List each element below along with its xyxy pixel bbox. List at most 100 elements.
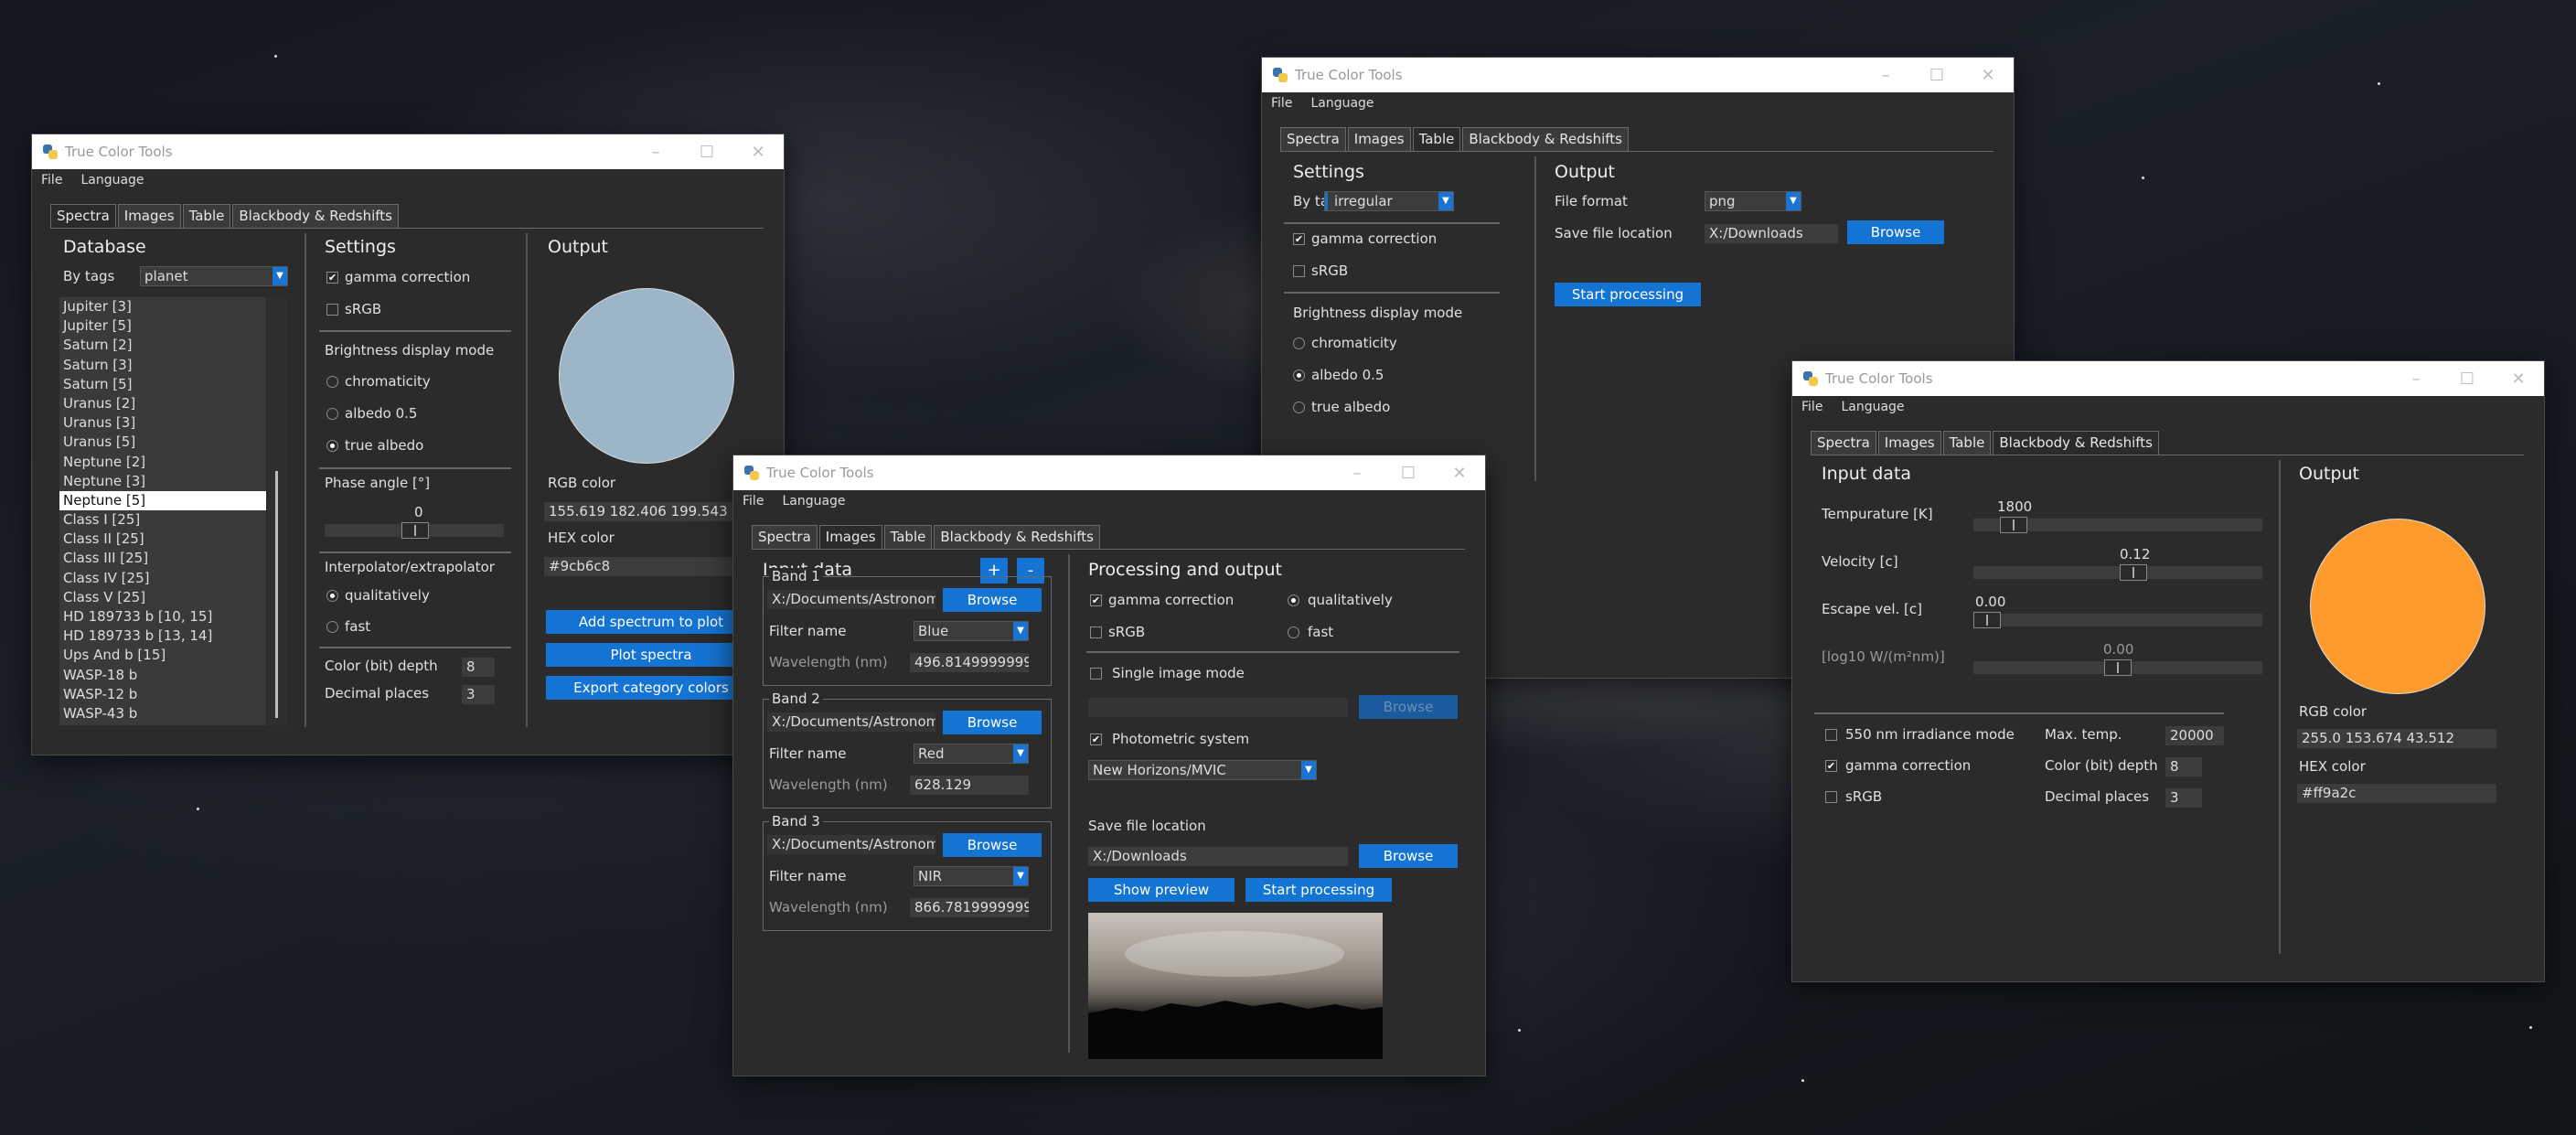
- band-path-field[interactable]: X:/Documents/Astronomy: [767, 590, 935, 609]
- wavelength-field[interactable]: 496.81499999999: [910, 653, 1029, 672]
- tab-spectra[interactable]: Spectra: [752, 525, 818, 550]
- escape-velocity-slider[interactable]: [1973, 612, 2262, 628]
- band-browse-button[interactable]: Browse: [943, 711, 1042, 734]
- single-image-browse-button[interactable]: Browse: [1359, 695, 1458, 719]
- srgb-checkbox[interactable]: [1090, 626, 1102, 638]
- mode-albedo-radio[interactable]: [1293, 369, 1305, 381]
- interp-fast-radio[interactable]: [326, 621, 338, 633]
- srgb-checkbox[interactable]: [1293, 265, 1305, 277]
- title-bar[interactable]: True Color Tools – ☐ ✕: [1792, 361, 2544, 396]
- tab-images[interactable]: Images: [117, 204, 181, 229]
- minimize-icon[interactable]: –: [630, 134, 681, 169]
- fast-radio[interactable]: [1288, 626, 1299, 638]
- wavelength-field[interactable]: 628.129: [910, 776, 1029, 795]
- list-item[interactable]: WASP-18 b: [59, 666, 266, 685]
- list-item[interactable]: WASP-12 b: [59, 685, 266, 704]
- plot-spectra-button[interactable]: Plot spectra: [546, 643, 756, 667]
- velocity-slider[interactable]: [1973, 564, 2262, 581]
- minimize-icon[interactable]: –: [2390, 361, 2442, 396]
- list-item[interactable]: Neptune [3]: [59, 472, 266, 491]
- list-item[interactable]: Class I [25]: [59, 510, 266, 530]
- tab-table[interactable]: Table: [883, 525, 933, 550]
- save-location-field[interactable]: X:/Downloads: [1088, 847, 1348, 866]
- format-select[interactable]: png ▼: [1705, 191, 1801, 211]
- title-bar[interactable]: True Color Tools – ☐ ✕: [733, 455, 1485, 490]
- maximize-icon[interactable]: ☐: [1911, 58, 1962, 92]
- photometric-select[interactable]: New Horizons/MVIC ▼: [1088, 760, 1317, 780]
- list-scrollbar[interactable]: [268, 297, 286, 725]
- tab-table[interactable]: Table: [1942, 431, 1992, 455]
- photometric-checkbox[interactable]: ✔: [1090, 733, 1102, 745]
- mode-true-radio[interactable]: [326, 440, 338, 452]
- filter-select[interactable]: Red ▼: [914, 744, 1029, 764]
- menu-language[interactable]: Language: [80, 173, 144, 187]
- max-temp-field[interactable]: 20000: [2165, 726, 2224, 745]
- menu-file[interactable]: File: [41, 173, 62, 187]
- irradiance-mode-checkbox[interactable]: [1825, 729, 1837, 741]
- hex-field[interactable]: #ff9a2c: [2297, 784, 2496, 803]
- phase-slider[interactable]: [325, 522, 504, 539]
- gamma-checkbox[interactable]: ✔: [1293, 233, 1305, 245]
- list-item[interactable]: HD 189733 b [13, 14]: [59, 626, 266, 646]
- hex-field[interactable]: #9cb6c8: [544, 557, 736, 576]
- gamma-checkbox[interactable]: ✔: [1825, 760, 1837, 772]
- mode-chromaticity-radio[interactable]: [1293, 337, 1305, 349]
- add-spectrum-button[interactable]: Add spectrum to plot: [546, 610, 756, 634]
- tab-spectra[interactable]: Spectra: [1811, 431, 1876, 455]
- export-colors-button[interactable]: Export category colors: [546, 676, 756, 700]
- tab-blackbody[interactable]: Blackbody & Redshifts: [232, 204, 399, 229]
- maximize-icon[interactable]: ☐: [1383, 455, 1434, 490]
- srgb-checkbox[interactable]: [1825, 791, 1837, 803]
- temperature-slider[interactable]: [1973, 517, 2262, 533]
- list-item[interactable]: Jupiter [5]: [59, 316, 266, 336]
- tags-select[interactable]: irregular ▼: [1324, 191, 1454, 211]
- tab-blackbody[interactable]: Blackbody & Redshifts: [1462, 127, 1629, 152]
- list-item[interactable]: Jupiter [3]: [59, 297, 266, 316]
- show-preview-button[interactable]: Show preview: [1088, 878, 1235, 902]
- tab-spectra[interactable]: Spectra: [50, 204, 116, 229]
- list-item[interactable]: Class V [25]: [59, 588, 266, 607]
- rgb-field[interactable]: 155.619 182.406 199.543: [544, 502, 736, 521]
- list-item[interactable]: Saturn [5]: [59, 375, 266, 394]
- menu-file[interactable]: File: [1271, 96, 1292, 111]
- start-processing-button[interactable]: Start processing: [1555, 283, 1701, 306]
- bit-depth-field[interactable]: 8: [462, 658, 495, 677]
- single-image-checkbox[interactable]: [1090, 668, 1102, 680]
- tab-blackbody[interactable]: Blackbody & Redshifts: [1993, 431, 2159, 455]
- list-item[interactable]: Neptune [2]: [59, 453, 266, 472]
- list-item[interactable]: HD 189733 b [10, 15]: [59, 607, 266, 626]
- irradiance-slider[interactable]: [1973, 659, 2262, 676]
- menu-file[interactable]: File: [743, 494, 764, 509]
- close-icon[interactable]: ✕: [732, 134, 784, 169]
- tab-blackbody[interactable]: Blackbody & Redshifts: [934, 525, 1100, 550]
- maximize-icon[interactable]: ☐: [2442, 361, 2493, 396]
- bit-depth-field[interactable]: 8: [2165, 757, 2202, 776]
- list-item[interactable]: Class IV [25]: [59, 569, 266, 588]
- band-browse-button[interactable]: Browse: [943, 588, 1042, 612]
- save-location-field[interactable]: X:/Downloads: [1705, 224, 1838, 243]
- spectra-list[interactable]: Jupiter [3] Jupiter [5] Saturn [2] Saturn […: [59, 297, 266, 725]
- maximize-icon[interactable]: ☐: [681, 134, 732, 169]
- tab-images[interactable]: Images: [1347, 127, 1411, 152]
- title-bar[interactable]: True Color Tools – ☐ ✕: [32, 134, 784, 169]
- band-path-field[interactable]: X:/Documents/Astronomy: [767, 835, 935, 854]
- tab-table[interactable]: Table: [182, 204, 231, 229]
- mode-true-radio[interactable]: [1293, 402, 1305, 413]
- list-item[interactable]: Saturn [2]: [59, 336, 266, 355]
- tab-images[interactable]: Images: [818, 525, 882, 550]
- list-item[interactable]: Ups And b [15]: [59, 646, 266, 665]
- browse-button[interactable]: Browse: [1847, 220, 1944, 244]
- list-item[interactable]: WASP-43 b: [59, 704, 266, 723]
- slider-thumb[interactable]: [401, 522, 429, 539]
- list-item[interactable]: Neptune [5]: [59, 490, 266, 511]
- wavelength-field[interactable]: 866.78199999999: [910, 898, 1029, 917]
- decimal-places-field[interactable]: 3: [462, 685, 495, 704]
- title-bar[interactable]: True Color Tools – ☐ ✕: [1262, 58, 2014, 92]
- band-path-field[interactable]: X:/Documents/Astronomy: [767, 712, 935, 732]
- list-item[interactable]: Class II [25]: [59, 530, 266, 549]
- mode-chromaticity-radio[interactable]: [326, 376, 338, 388]
- minimize-icon[interactable]: –: [1331, 455, 1383, 490]
- close-icon[interactable]: ✕: [1434, 455, 1485, 490]
- list-item[interactable]: Uranus [5]: [59, 433, 266, 452]
- filter-select[interactable]: NIR ▼: [914, 866, 1029, 886]
